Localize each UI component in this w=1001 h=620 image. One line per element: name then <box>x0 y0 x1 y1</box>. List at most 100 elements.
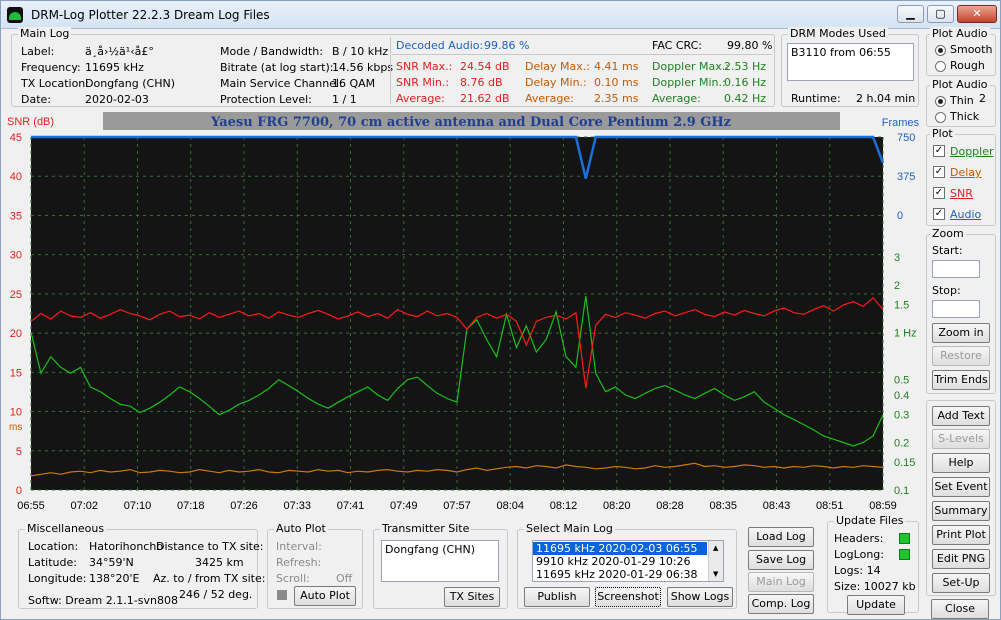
location-key: Location: <box>28 540 79 553</box>
y-right-doppler-tick-label: 1 Hz <box>894 327 917 339</box>
x-tick-label: 08:28 <box>656 500 684 512</box>
delay-checkbox[interactable]: ✓ <box>933 166 945 178</box>
comp-log-button[interactable]: Comp. Log <box>748 594 814 614</box>
logs-count: Logs: 14 <box>834 564 881 577</box>
audio-checkbox[interactable]: ✓ <box>933 208 945 220</box>
log-list-item[interactable]: 9910 kHz 2020-01-29 10:26 <box>536 555 691 568</box>
zoom-stop-input[interactable] <box>932 300 980 318</box>
main-log-button[interactable]: Main Log <box>748 572 814 592</box>
line-width-value[interactable]: 2 <box>979 92 986 105</box>
chart-title: Yaesu FRG 7700, 70 cm active antenna and… <box>210 115 731 130</box>
x-tick-label: 07:49 <box>390 500 418 512</box>
y-right-doppler-tick-label: 0.15 <box>894 457 915 469</box>
summary-button[interactable]: Summary <box>932 501 990 521</box>
tx-site-list[interactable]: Dongfang (CHN) <box>381 540 499 582</box>
update-files-title: Update Files <box>834 514 906 527</box>
x-tick-label: 07:41 <box>337 500 365 512</box>
app-window: DRM-Log Plotter 22.2.3 Dream Log Files ▁… <box>0 0 1001 620</box>
longitude-value: 138°20'E <box>89 572 140 585</box>
log-list-scrollbar[interactable]: ▲ ▼ <box>708 541 723 581</box>
scroll-up-icon[interactable]: ▲ <box>713 544 718 552</box>
y-right-axis-label: Frames <box>882 117 920 129</box>
transmitter-site-group: Transmitter Site Dongfang (CHN) TX Sites <box>373 522 508 609</box>
help-button[interactable]: Help <box>932 453 990 473</box>
y-left-axis-label-2: ms <box>9 422 22 433</box>
auto-plot-title: Auto Plot <box>274 522 328 535</box>
x-tick-label: 07:26 <box>230 500 258 512</box>
y-right-doppler-tick-label: 1.5 <box>894 299 909 311</box>
set-event-button[interactable]: Set Event <box>932 477 990 497</box>
close-button[interactable]: Close <box>931 599 989 619</box>
x-tick-label: 08:51 <box>816 500 844 512</box>
log-list[interactable]: 11695 kHz 2020-02-03 06:55 9910 kHz 2020… <box>532 540 724 582</box>
thin-label: Thin <box>950 94 974 107</box>
longitude-key: Longitude: <box>28 572 87 585</box>
edit-png-button[interactable]: Edit PNG <box>932 549 990 569</box>
select-main-log-group: Select Main Log 11695 kHz 2020-02-03 06:… <box>517 522 737 609</box>
plot-audio-title-2: Plot Audio <box>930 78 990 91</box>
load-log-button[interactable]: Load Log <box>748 527 814 547</box>
doppler-label: Doppler <box>950 145 994 158</box>
update-button[interactable]: Update <box>847 595 905 615</box>
close-window-button[interactable]: ✕ <box>957 5 997 23</box>
x-tick-label: 08:35 <box>709 500 737 512</box>
trim-ends-button[interactable]: Trim Ends <box>932 370 990 390</box>
x-tick-label: 08:04 <box>496 500 524 512</box>
plot-audio-thickness-group: Plot Audio Thin 2 Thick <box>926 78 996 127</box>
latitude-key: Latitude: <box>28 556 77 569</box>
scroll-down-icon[interactable]: ▼ <box>713 570 718 578</box>
auto-plot-button[interactable]: Auto Plot <box>294 586 356 606</box>
x-tick-label: 07:18 <box>177 500 205 512</box>
y-left-tick-label: 5 <box>16 446 22 458</box>
rough-radio[interactable] <box>935 61 946 72</box>
smooth-radio[interactable] <box>935 45 946 56</box>
x-tick-label: 08:12 <box>550 500 578 512</box>
s-levels-button[interactable]: S-Levels <box>932 429 990 449</box>
scroll-label: Scroll: <box>276 572 310 585</box>
restore-button[interactable]: Restore <box>932 346 990 366</box>
zoom-start-input[interactable] <box>932 260 980 278</box>
zoom-stop-label: Stop: <box>932 284 961 297</box>
y-right-frames-tick-label: 375 <box>897 171 915 183</box>
y-left-tick-label: 25 <box>10 289 22 301</box>
latitude-value: 34°59'N <box>89 556 134 569</box>
thick-radio[interactable] <box>935 112 946 123</box>
y-left-axis-label: SNR (dB) <box>7 116 54 128</box>
y-left-tick-label: 30 <box>10 250 22 262</box>
headers-status-led <box>899 533 910 544</box>
plot-audio-title: Plot Audio <box>930 27 990 40</box>
x-tick-label: 07:33 <box>283 500 311 512</box>
print-plot-button[interactable]: Print Plot <box>932 525 990 545</box>
zoom-in-button[interactable]: Zoom in <box>932 323 990 343</box>
azimuth-key: Az. to / from TX site: <box>153 572 266 585</box>
y-left-tick-label: 10 <box>10 407 22 419</box>
thin-radio[interactable] <box>935 96 946 107</box>
misc-title: Miscellaneous <box>25 522 107 535</box>
y-left-tick-label: 0 <box>16 485 22 497</box>
show-logs-button[interactable]: Show Logs <box>667 587 733 607</box>
publish-button[interactable]: Publish <box>524 587 590 607</box>
azimuth-value: 246 / 52 deg. <box>179 588 253 601</box>
x-tick-label: 07:10 <box>124 500 152 512</box>
log-list-item[interactable]: 11695 kHz 2020-02-03 06:55 <box>533 542 707 555</box>
loglong-status-led <box>899 549 910 560</box>
setup-button[interactable]: Set-Up <box>932 573 990 593</box>
save-log-button[interactable]: Save Log <box>748 550 814 570</box>
rough-label: Rough <box>950 59 985 72</box>
zoom-start-label: Start: <box>932 244 963 257</box>
snr-checkbox[interactable]: ✓ <box>933 187 945 199</box>
maximize-button[interactable]: ▢ <box>927 5 954 23</box>
y-left-tick-label: 40 <box>10 171 22 183</box>
screenshot-button[interactable]: Screenshot <box>595 587 661 607</box>
tx-sites-button[interactable]: TX Sites <box>444 587 500 607</box>
y-left-tick-label: 35 <box>10 210 22 222</box>
zoom-group: Zoom Start: Stop: Zoom in Restore Trim E… <box>926 227 996 394</box>
delay-label: Delay <box>950 166 982 179</box>
log-list-item[interactable]: 11695 kHz 2020-01-29 06:38 <box>536 568 698 581</box>
loglong-label: LogLong: <box>834 548 884 561</box>
x-tick-label: 08:20 <box>603 500 631 512</box>
x-tick-label: 08:59 <box>869 500 897 512</box>
add-text-button[interactable]: Add Text <box>932 406 990 426</box>
y-right-frames-tick-label: 750 <box>897 132 915 144</box>
doppler-checkbox[interactable]: ✓ <box>933 145 945 157</box>
